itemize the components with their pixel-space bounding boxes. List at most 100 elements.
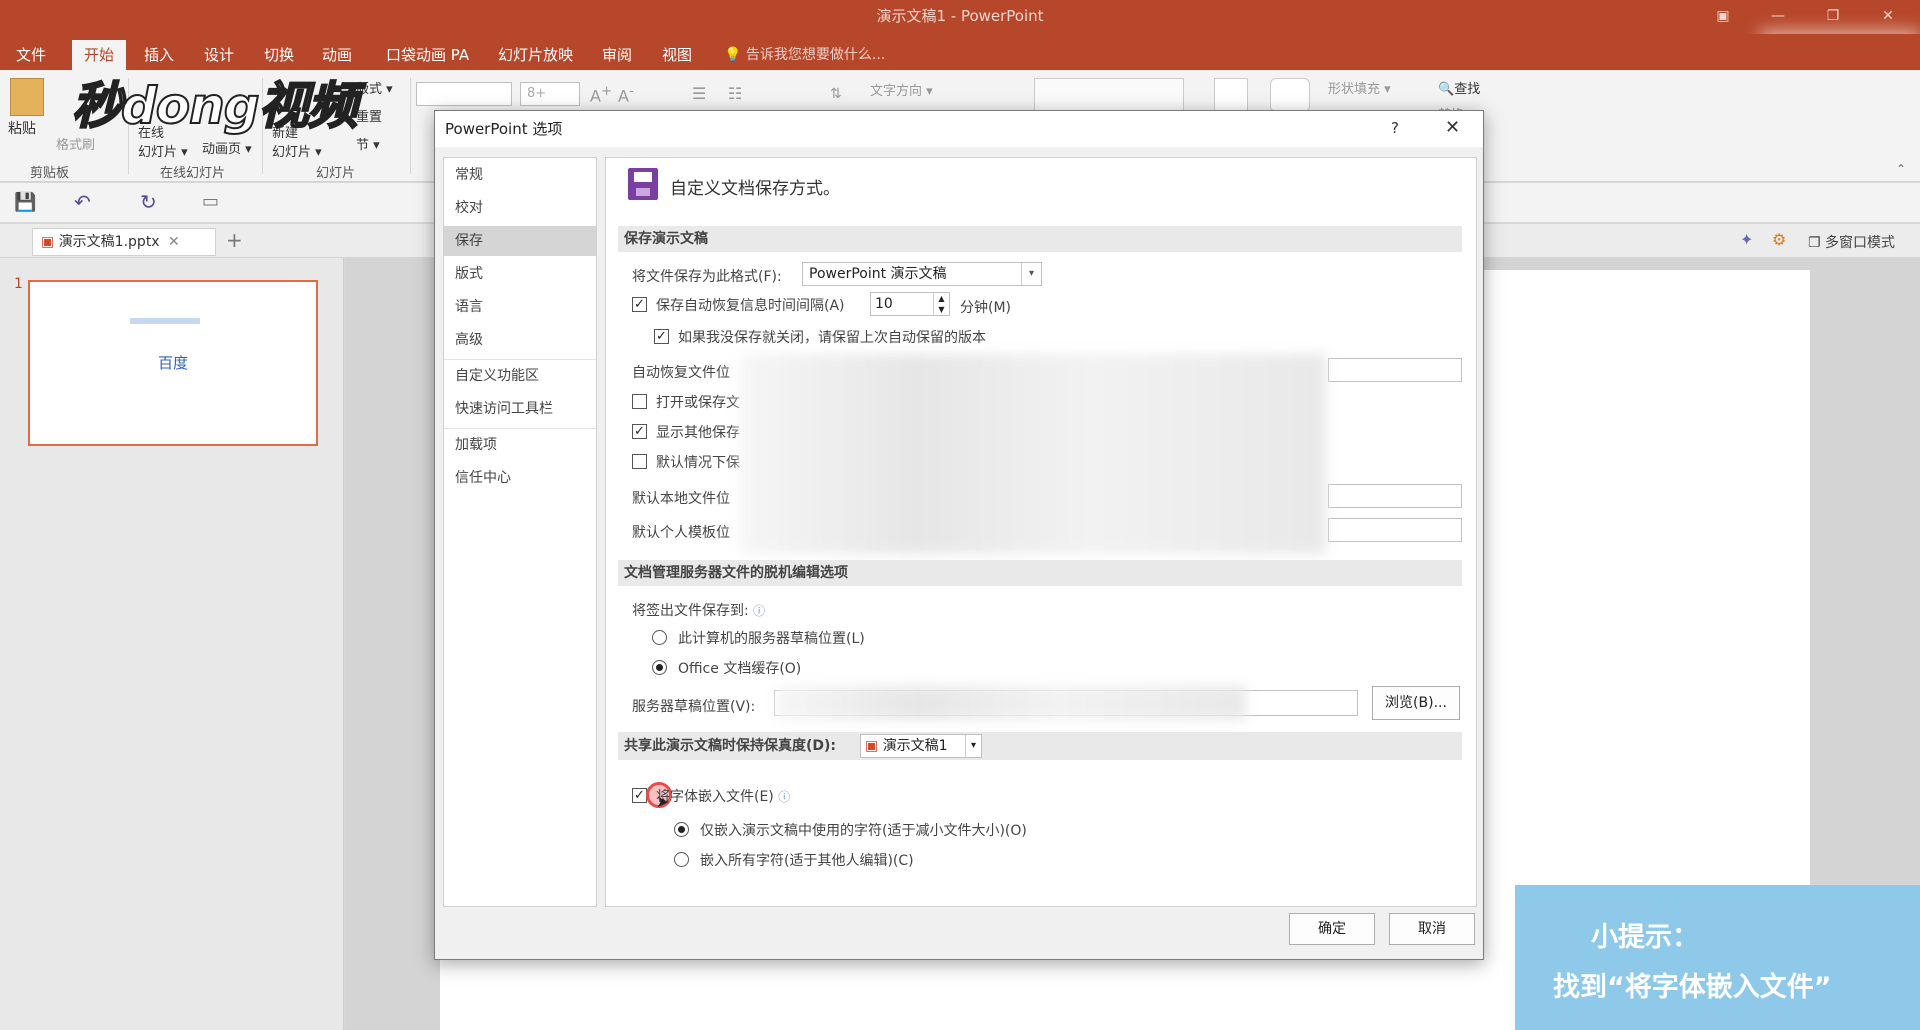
line-spacing-icon[interactable]: ⇅ [830, 86, 842, 102]
tab-slideshow[interactable]: 幻灯片放映 [486, 40, 585, 70]
autorecover-checkbox[interactable]: ✓ [632, 297, 647, 312]
info-icon: ⓘ [778, 790, 791, 804]
dialog-title: PowerPoint 选项 [445, 120, 563, 138]
font-name-field[interactable] [416, 82, 512, 106]
minutes-label: 分钟(M) [960, 300, 1012, 316]
paste-label[interactable]: 粘贴 [8, 118, 36, 138]
show-other-checkbox[interactable]: ✓ [632, 424, 647, 439]
embed-all-label: 嵌入所有字符(适于其他人编辑)(C) [700, 853, 914, 869]
nav-addins[interactable]: 加载项 [444, 430, 596, 460]
section-save-presentation: 保存演示文稿 [618, 226, 1462, 252]
minimize-button[interactable]: — [1755, 0, 1801, 34]
numbering-icon[interactable]: ☷ [728, 84, 742, 103]
thumbnail-pane: 1 百度 [0, 258, 344, 1030]
dialog-title-bar: PowerPoint 选项 [435, 111, 1483, 147]
slide-thumbnail[interactable]: 百度 [28, 280, 318, 446]
format-select[interactable]: PowerPoint 演示文稿 ▾ [802, 262, 1042, 286]
nav-divider [444, 359, 596, 360]
section-button[interactable]: 节 ▾ [356, 134, 380, 153]
nav-customize-ribbon[interactable]: 自定义功能区 [444, 361, 596, 391]
server-drafts-radio[interactable] [652, 630, 667, 645]
grow-font-icon[interactable]: A+ [590, 84, 612, 105]
nav-divider [444, 428, 596, 429]
close-tab-icon[interactable]: ✕ [168, 234, 180, 250]
online-group-label: 在线幻灯片 [160, 166, 226, 181]
ribbon-display-icon[interactable]: ▣ [1700, 0, 1746, 34]
add-tab-icon[interactable]: + [226, 228, 243, 252]
nav-language[interactable]: 语言 [444, 292, 596, 322]
reset-button[interactable]: 重置 [356, 106, 382, 125]
shrink-font-icon[interactable]: A- [618, 84, 634, 105]
keep-last-checkbox[interactable]: ✓ [654, 329, 669, 344]
nav-general[interactable]: 常规 [444, 160, 596, 190]
shape-fill-button[interactable]: 形状填充 ▾ [1328, 78, 1391, 97]
save-icon[interactable]: 💾 [14, 192, 36, 213]
section-offline: 文档管理服务器文件的脱机编辑选项 [618, 560, 1462, 586]
settings-icon[interactable]: ⚙ [1772, 230, 1786, 249]
default-local-field[interactable] [1328, 484, 1462, 508]
multiwindow-button[interactable]: ❐ 多窗口模式 [1808, 232, 1895, 252]
server-drafts-location-label: 服务器草稿位置(V): [632, 699, 756, 715]
nav-quick-access[interactable]: 快速访问工具栏 [444, 394, 596, 424]
undo-icon[interactable]: ↶ [74, 190, 91, 214]
tab-review[interactable]: 审阅 [590, 40, 644, 70]
lightbulb-icon: 💡 [724, 47, 742, 63]
anim-page-label[interactable]: 动画页 ▾ [202, 138, 252, 157]
close-dialog-button[interactable]: ✕ [1445, 117, 1460, 138]
embed-fonts-checkbox[interactable]: ✓ [632, 788, 647, 803]
paste-icon[interactable] [10, 78, 44, 116]
bullets-icon[interactable]: ☰ [692, 84, 706, 103]
embed-used-radio[interactable] [674, 822, 689, 837]
keep-last-label: 如果我没保存就关闭，请保留上次自动保留的版本 [678, 330, 986, 346]
tool-icon[interactable]: ✦ [1740, 230, 1753, 249]
title-bar: 演示文稿1 - PowerPoint [0, 0, 1920, 34]
autorecover-location-label: 自动恢复文件位 [632, 365, 730, 381]
tab-view[interactable]: 视图 [650, 40, 704, 70]
open-save-label: 打开或保存文 [656, 395, 740, 411]
find-button[interactable]: 🔍查找 [1438, 78, 1480, 97]
clipboard-group-label: 剪贴板 [30, 166, 70, 181]
nav-layout[interactable]: 版式 [444, 259, 596, 289]
ok-button[interactable]: 确定 [1289, 913, 1375, 945]
autorecover-minutes-input[interactable]: 10 ▲ ▼ [870, 292, 950, 316]
embed-all-radio[interactable] [674, 852, 689, 867]
slides-group-label: 幻灯片 [316, 166, 356, 181]
quick-styles-icon[interactable] [1270, 78, 1310, 112]
default-template-label: 默认个人模板位 [632, 525, 730, 541]
open-save-checkbox[interactable] [632, 394, 647, 409]
browse-button[interactable]: 浏览(B)... [1372, 686, 1460, 720]
collapse-ribbon-icon[interactable]: ⌃ [1896, 162, 1906, 176]
chevron-down-icon: ▾ [1021, 263, 1041, 285]
nav-save[interactable]: 保存 [444, 226, 596, 256]
fidelity-doc-select[interactable]: ▣ 演示文稿1 ▾ [860, 734, 982, 758]
show-other-label: 显示其他保存 [656, 425, 740, 441]
layout-button[interactable]: 版式 ▾ [356, 78, 393, 97]
nav-trust-center[interactable]: 信任中心 [444, 463, 596, 493]
default-save-label: 默认情况下保 [656, 455, 740, 471]
office-cache-radio[interactable] [652, 660, 667, 675]
font-size-field[interactable]: 8+ [520, 82, 580, 106]
nav-proofing[interactable]: 校对 [444, 193, 596, 223]
restore-button[interactable]: ❐ [1810, 0, 1856, 34]
blurred-region [776, 686, 1246, 720]
group-divider [410, 78, 411, 174]
default-save-checkbox[interactable] [632, 454, 647, 469]
doc-tab[interactable]: ▣ 演示文稿1.pptx ✕ [32, 228, 216, 256]
close-window-button[interactable]: ✕ [1865, 0, 1911, 34]
redo-icon[interactable]: ↻ [140, 190, 157, 214]
help-button[interactable]: ? [1391, 119, 1399, 137]
tab-file[interactable]: 文件 [4, 40, 58, 70]
chevron-down-icon: ▾ [965, 735, 981, 757]
autorecover-location-field[interactable] [1328, 358, 1462, 382]
tab-pocket-animation[interactable]: 口袋动画 PA [374, 40, 481, 70]
nav-advanced[interactable]: 高级 [444, 325, 596, 355]
text-direction-button[interactable]: 文字方向 ▾ [870, 80, 933, 99]
ppt-file-icon: ▣ [41, 234, 55, 250]
cancel-button[interactable]: 取消 [1389, 913, 1475, 945]
hint-title: 小提示： [1591, 922, 1699, 953]
tell-me-box[interactable]: 💡 告诉我您想要做什么... [712, 40, 897, 70]
default-template-field[interactable] [1328, 518, 1462, 542]
present-icon[interactable]: ▭ [202, 191, 219, 212]
hint-text: 找到“将字体嵌入文件” [1553, 972, 1832, 1003]
arrange-icon[interactable] [1214, 78, 1248, 112]
